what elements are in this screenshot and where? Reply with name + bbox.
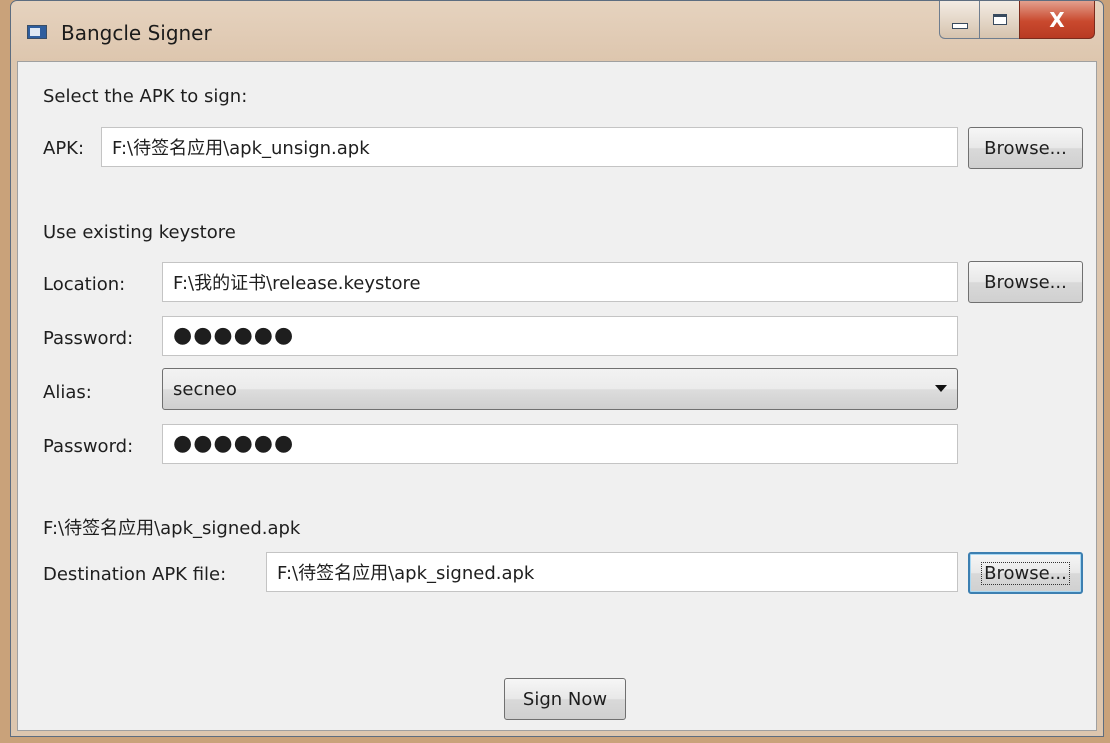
minimize-button[interactable] [939,1,979,39]
alias-password-label: Password: [43,436,134,457]
title-bar[interactable]: Bangcle Signer X [11,1,1103,61]
apk-path-input[interactable] [101,127,958,167]
maximize-icon [992,14,1007,25]
keystore-password-label: Password: [43,328,134,349]
signer-window: Bangcle Signer X Select the APK to sign:… [10,0,1104,737]
minimize-icon [951,22,968,29]
sign-now-label: Sign Now [522,688,608,710]
sign-now-button[interactable]: Sign Now [504,678,626,720]
destination-path-input[interactable] [266,552,958,592]
apk-label: APK: [43,138,85,159]
destination-browse-button[interactable]: Browse... [968,552,1083,594]
apk-browse-label: Browse... [984,137,1067,159]
maximize-button[interactable] [979,1,1019,39]
destination-browse-label: Browse... [981,561,1070,585]
keystore-browse-label: Browse... [984,271,1067,293]
keystore-password-input[interactable]: ●●●●●● [162,316,958,356]
destination-label: Destination APK file: [43,564,227,585]
destination-path-display: F:\待签名应用\apk_signed.apk [43,518,301,539]
keystore-section-heading: Use existing keystore [43,222,236,243]
dialog-body: Select the APK to sign: APK: Browse... U… [17,61,1097,731]
keystore-browse-button[interactable]: Browse... [968,261,1083,303]
alias-label: Alias: [43,382,92,403]
app-window-icon [27,25,47,39]
close-button[interactable]: X [1019,1,1095,39]
apk-section-heading: Select the APK to sign: [43,86,248,107]
keystore-location-input[interactable] [162,262,958,302]
window-title: Bangcle Signer [61,21,212,45]
alias-password-input[interactable]: ●●●●●● [162,424,958,464]
close-icon: X [1049,7,1065,32]
caption-buttons: X [939,1,1095,41]
alias-dropdown[interactable]: secneo [162,368,958,410]
chevron-down-icon [935,385,947,392]
apk-browse-button[interactable]: Browse... [968,127,1083,169]
location-label: Location: [43,274,126,295]
alias-selected-value: secneo [173,379,237,400]
